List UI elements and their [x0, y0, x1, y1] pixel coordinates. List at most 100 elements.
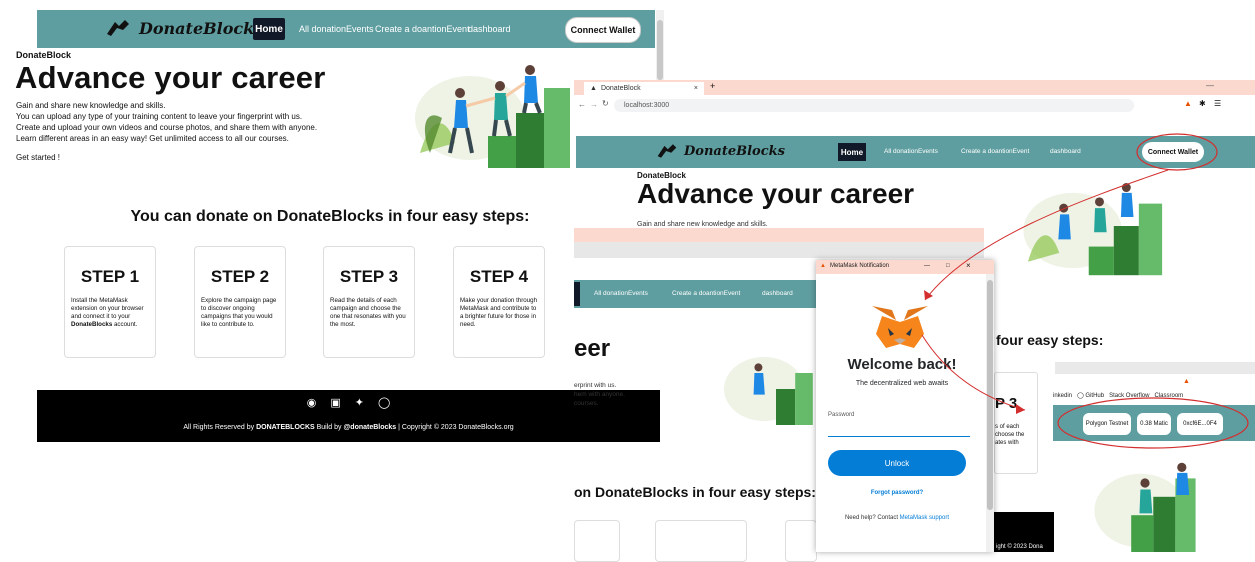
metamask-extension-icon[interactable]: ▲ [1184, 99, 1192, 108]
middle-nav-events[interactable]: All donationEvents [594, 290, 648, 297]
hero-description: Gain and share new knowledge and skills.… [16, 100, 317, 144]
password-input[interactable] [828, 420, 970, 437]
right-connect-wallet-button[interactable]: Connect Wallet [1142, 142, 1204, 162]
github-icon[interactable]: ◯ [378, 396, 390, 409]
middle-nav-dashboard[interactable]: dashboard [762, 290, 793, 297]
favicon-icon: ▲ [590, 85, 597, 92]
right-hero-line: Gain and share new knowledge and skills. [637, 221, 768, 228]
reload-icon[interactable]: ↻ [602, 99, 609, 108]
step-description: Read the details of each campaign and ch… [330, 297, 406, 328]
middle-step-card [785, 520, 817, 562]
middle-step-card [574, 520, 620, 562]
bookmark-github[interactable]: GitHub [1085, 393, 1104, 399]
nav-dashboard[interactable]: dashboard [468, 24, 511, 34]
right-nav-create[interactable]: Create a doantionEvent [961, 148, 1029, 155]
right-brand-logo[interactable]: DonateBlocks [656, 142, 785, 160]
step-card-3: STEP 3 Read the details of each campaign… [323, 246, 415, 358]
address-bar: ← → ↻ localhost:3000 ▲ ✱ ☰ [574, 95, 1255, 117]
nav-create-donation-event[interactable]: Create a doantionEvent [375, 24, 470, 34]
bookmark-classroom[interactable]: Classroom [1155, 393, 1184, 399]
metamask-support-link[interactable]: MetaMask support [900, 515, 949, 521]
middle-nav-create[interactable]: Create a doantionEvent [672, 290, 740, 297]
logo-icon [107, 20, 129, 36]
welcome-heading: Welcome back! [847, 356, 957, 373]
metamask-fox-icon: ▲ [820, 263, 826, 269]
new-tab-icon[interactable]: + [710, 81, 715, 91]
social-links: ◉ ▣ ✦ ◯ [37, 396, 660, 409]
url-field[interactable]: localhost:3000 [614, 99, 1134, 112]
hero-title: Advance your career [15, 60, 326, 95]
logo-icon [657, 144, 677, 158]
help-text: Need help? Contact MetaMask support [844, 515, 950, 521]
github-icon: ◯ [1077, 393, 1084, 399]
hero-line: Gain and share new knowledge and skills. [16, 101, 166, 110]
step-title: STEP 1 [80, 267, 140, 286]
middle-illustration [724, 357, 813, 425]
extensions-icon[interactable]: ✱ [1199, 99, 1206, 108]
bookmark-stackoverflow[interactable]: Stack Overflow [1109, 393, 1149, 399]
step-description: Install the MetaMask extension on your b… [71, 297, 144, 328]
bookmarks-icon[interactable]: ☰ [1214, 99, 1221, 108]
nav-all-donation-events[interactable]: All donationEvents [299, 24, 374, 34]
connect-wallet-button[interactable]: Connect Wallet [565, 17, 641, 43]
steps-heading: You can donate on DonateBlocks in four e… [130, 208, 530, 225]
maximize-icon[interactable]: □ [946, 263, 950, 269]
hero-line: Learn different areas in an easy way! Ge… [16, 134, 289, 143]
hero-line: You can upload any type of your training… [16, 112, 303, 121]
right-steps-heading-fragment: four easy steps: [996, 332, 1104, 348]
nav-home[interactable]: Home [253, 18, 285, 40]
metamask-extension-icon[interactable]: ▲ [1183, 378, 1190, 385]
tagline: The decentralized web awaits [855, 380, 949, 387]
step-description: Explore the campaign page to discover on… [201, 297, 277, 328]
unlock-button[interactable]: Unlock [828, 450, 966, 476]
middle-step-card [655, 520, 747, 562]
address-badge[interactable]: 0xcf6E...0F4 [1177, 413, 1223, 435]
middle-steps-heading: on DonateBlocks in four easy steps: [574, 484, 816, 500]
hero-line: Create and upload your own videos and co… [16, 123, 318, 132]
facebook-icon[interactable]: ◉ [307, 396, 317, 409]
minimize-icon[interactable]: — [924, 263, 930, 269]
step-card-4: STEP 4 Make your donation through MetaMa… [453, 246, 545, 358]
browser-tab-bar: ▲ DonateBlock × + — [574, 80, 1255, 95]
forgot-password-link[interactable]: Forgot password? [816, 490, 978, 496]
metamask-titlebar: ▲ MetaMask Notification — □ × [816, 260, 994, 274]
page-scrollbar[interactable] [656, 10, 664, 80]
wallet-info-bar: Polygon Testnet 0.38 Matic 0xcf6E...0F4 [1053, 405, 1255, 441]
right-nav-home[interactable]: Home [838, 143, 866, 161]
step-title: STEP 4 [469, 267, 529, 286]
bookmarks-bar: ▲ inkedin ◯ GitHub Stack Overflow Classr… [1053, 360, 1255, 404]
breadcrumb: DonateBlock [16, 50, 72, 60]
password-label: Password [828, 412, 855, 418]
metamask-fox-logo-icon [872, 306, 928, 348]
balance-badge: 0.38 Matic [1137, 413, 1171, 435]
minimize-icon[interactable]: — [1206, 81, 1214, 90]
right-navbar: DonateBlocks Home All donationEvents Cre… [576, 136, 1255, 168]
close-icon[interactable]: × [966, 261, 971, 270]
right-lower-illustration [1094, 462, 1196, 552]
brand-logo[interactable]: DonateBlocks [105, 18, 263, 38]
navbar: DonateBlocks Home All donationEvents Cre… [37, 10, 655, 48]
middle-hero-fragment: eer [574, 335, 611, 362]
twitter-icon[interactable]: ✦ [355, 396, 364, 409]
step-description: Make your donation through MetaMask and … [460, 297, 538, 328]
bookmark-linkedin[interactable]: inkedin [1053, 393, 1072, 399]
close-tab-icon[interactable]: × [694, 85, 698, 92]
right-nav-events[interactable]: All donationEvents [884, 148, 938, 155]
network-badge[interactable]: Polygon Testnet [1083, 413, 1131, 435]
step-title: STEP 2 [210, 267, 270, 286]
right-nav-dashboard[interactable]: dashboard [1050, 148, 1081, 155]
right-hero-illustration [1023, 183, 1163, 276]
back-icon[interactable]: ← [578, 100, 586, 109]
metamask-scrollbar[interactable] [986, 274, 994, 552]
middle-window-titlebar [574, 228, 984, 242]
middle-window-addressbar [574, 242, 984, 258]
forward-icon[interactable]: → [590, 100, 598, 109]
brand-name: DonateBlocks [139, 18, 264, 38]
instagram-icon[interactable]: ▣ [330, 396, 340, 409]
get-started-link[interactable]: Get started ! [16, 153, 60, 162]
browser-tab[interactable]: ▲ DonateBlock × [584, 82, 704, 95]
right-footer-text: ight © 2023 Dona [996, 544, 1043, 550]
copyright-text: All Rights Reserved by DONATEBLOCKS Buil… [183, 424, 514, 431]
right-step3-card: P 3 s of each choose the ates with [994, 372, 1038, 474]
step-title: STEP 3 [339, 267, 399, 286]
